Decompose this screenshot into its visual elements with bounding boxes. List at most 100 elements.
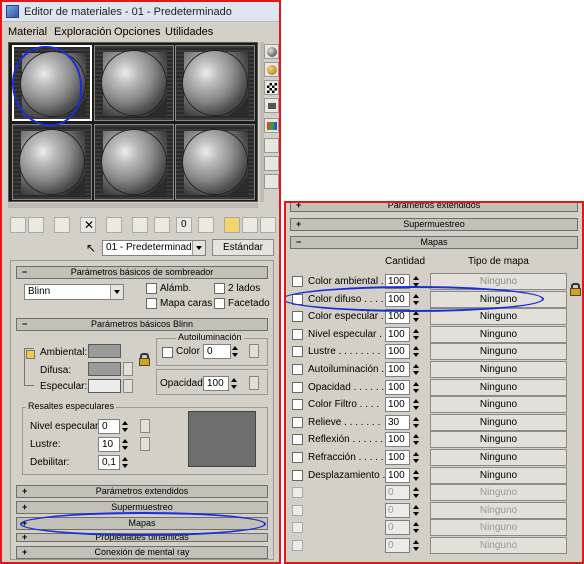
rollout-extended-params[interactable]: + Parámetros extendidos xyxy=(16,485,268,498)
specular-map-button[interactable] xyxy=(123,379,133,393)
map-amount-spinner[interactable] xyxy=(412,450,421,465)
lock-icon[interactable] xyxy=(569,283,581,296)
sample-slot-3[interactable] xyxy=(175,45,255,121)
glossiness-field[interactable]: 10 xyxy=(98,437,120,452)
title-bar[interactable]: Editor de materiales - 01 - Predetermina… xyxy=(2,2,279,22)
menu-utilidades[interactable]: Utilidades xyxy=(165,26,213,38)
material-name-field[interactable]: 01 - Predeterminado xyxy=(102,240,206,256)
map-enable-checkbox[interactable] xyxy=(292,452,303,463)
map-slot-button[interactable]: Ninguno xyxy=(430,396,567,414)
map-amount-spinner[interactable] xyxy=(412,292,421,307)
map-slot-button[interactable]: Ninguno xyxy=(430,290,567,308)
specular-level-spinner[interactable] xyxy=(121,419,130,434)
two-sided-checkbox[interactable] xyxy=(214,283,225,294)
shader-type-dropdown[interactable]: Blinn xyxy=(24,284,124,300)
map-slot-button[interactable]: Ninguno xyxy=(430,308,567,326)
rollout-maps-right[interactable]: − Mapas xyxy=(290,236,578,249)
show-map-in-viewport-icon[interactable] xyxy=(198,217,214,233)
map-slot-button[interactable]: Ninguno xyxy=(430,449,567,466)
map-enable-checkbox[interactable] xyxy=(292,469,303,481)
backlight-icon[interactable] xyxy=(264,62,279,77)
specular-level-field[interactable]: 0 xyxy=(98,419,120,434)
map-amount-spinner[interactable] xyxy=(412,380,421,395)
map-amount-field[interactable]: 100 xyxy=(385,467,410,483)
map-enable-checkbox[interactable] xyxy=(292,487,303,499)
map-amount-field[interactable]: 100 xyxy=(385,291,410,307)
diffuse-map-button[interactable] xyxy=(123,362,133,376)
map-amount-spinner[interactable] xyxy=(412,397,421,412)
map-enable-checkbox[interactable] xyxy=(292,311,303,323)
opacity-map-button[interactable] xyxy=(249,376,259,390)
map-amount-spinner[interactable] xyxy=(412,468,421,483)
make-copy-icon[interactable] xyxy=(106,217,122,233)
map-amount-spinner[interactable] xyxy=(412,503,421,518)
rollout-shader-basic[interactable]: − Parámetros básicos de sombreador xyxy=(16,266,268,279)
map-slot-button[interactable]: Ninguno xyxy=(430,378,567,396)
put-to-scene-icon[interactable] xyxy=(28,217,44,233)
sample-slot-6[interactable] xyxy=(175,124,255,200)
material-effects-channel-icon[interactable]: 0 xyxy=(176,217,192,233)
map-enable-checkbox[interactable] xyxy=(292,328,303,340)
reset-map-icon[interactable]: ✕ xyxy=(80,217,96,233)
map-enable-checkbox[interactable] xyxy=(292,381,303,393)
glossiness-spinner[interactable] xyxy=(121,437,130,452)
rollout-supersampling-right[interactable]: + Supermuestreo xyxy=(290,218,578,231)
map-slot-button[interactable]: Ninguno xyxy=(430,466,567,484)
wire-checkbox[interactable] xyxy=(146,283,157,294)
uv-tiling-icon[interactable] xyxy=(264,98,279,113)
map-amount-spinner[interactable] xyxy=(412,432,421,447)
map-slot-button[interactable]: Ninguno xyxy=(430,325,567,343)
map-slot-button[interactable]: Ninguno xyxy=(430,273,567,290)
menu-opciones[interactable]: Opciones xyxy=(114,26,160,38)
lock-ambient-diffuse-button[interactable] xyxy=(26,350,35,359)
map-amount-spinner[interactable] xyxy=(412,538,421,553)
sample-slot-1[interactable] xyxy=(12,45,92,121)
put-to-library-icon[interactable] xyxy=(154,217,170,233)
map-amount-field[interactable]: 100 xyxy=(385,362,410,377)
map-amount-field[interactable]: 0 xyxy=(385,520,410,536)
lock-icon[interactable] xyxy=(138,353,150,366)
map-enable-checkbox[interactable] xyxy=(292,399,303,411)
map-enable-checkbox[interactable] xyxy=(292,434,303,446)
rollout-extended-params-right[interactable]: + Parámetros extendidos xyxy=(290,203,578,212)
self-illum-value[interactable]: 0 xyxy=(203,344,231,359)
diffuse-color-swatch[interactable] xyxy=(88,362,121,376)
self-illum-color-checkbox[interactable] xyxy=(162,347,173,358)
map-slot-button[interactable]: Ninguno xyxy=(430,343,567,361)
specular-level-map-button[interactable] xyxy=(140,419,150,433)
map-amount-spinner[interactable] xyxy=(412,274,421,289)
soften-spinner[interactable] xyxy=(121,455,130,470)
specular-color-swatch[interactable] xyxy=(88,379,121,393)
rollout-maps[interactable]: + Mapas xyxy=(16,517,268,530)
sample-slot-4[interactable] xyxy=(12,124,92,200)
make-unique-icon[interactable] xyxy=(132,217,148,233)
map-amount-field[interactable]: 0 xyxy=(385,538,410,553)
menu-exploracion[interactable]: Exploración xyxy=(54,26,111,38)
go-forward-sibling-icon[interactable] xyxy=(260,217,276,233)
self-illum-map-button[interactable] xyxy=(249,344,259,358)
map-enable-checkbox[interactable] xyxy=(292,416,303,428)
map-amount-field[interactable]: 30 xyxy=(385,414,410,430)
assign-to-selection-icon[interactable] xyxy=(54,217,70,233)
map-enable-checkbox[interactable] xyxy=(292,522,303,534)
map-amount-field[interactable]: 100 xyxy=(385,344,410,360)
select-by-material-icon[interactable] xyxy=(264,174,279,189)
map-amount-field[interactable]: 100 xyxy=(385,397,410,413)
map-amount-spinner[interactable] xyxy=(412,485,421,500)
map-slot-button[interactable]: Ninguno xyxy=(430,431,567,449)
map-amount-spinner[interactable] xyxy=(412,327,421,342)
opacity-field[interactable]: 100 xyxy=(203,376,229,391)
map-amount-field[interactable]: 100 xyxy=(385,432,410,448)
ambient-color-swatch[interactable] xyxy=(88,344,121,358)
map-amount-field[interactable]: 100 xyxy=(385,274,410,289)
map-amount-spinner[interactable] xyxy=(412,344,421,359)
soften-field[interactable]: 0,1 xyxy=(98,455,120,470)
pick-material-icon[interactable]: ↖ xyxy=(86,241,96,255)
sample-slot-5[interactable] xyxy=(94,124,174,200)
material-type-button[interactable]: Estándar xyxy=(212,239,274,256)
map-slot-button[interactable]: Ninguno xyxy=(430,501,567,519)
face-map-checkbox[interactable] xyxy=(146,298,157,309)
map-amount-spinner[interactable] xyxy=(412,362,421,377)
chevron-down-icon[interactable] xyxy=(110,285,123,299)
go-to-parent-icon[interactable] xyxy=(242,217,258,233)
